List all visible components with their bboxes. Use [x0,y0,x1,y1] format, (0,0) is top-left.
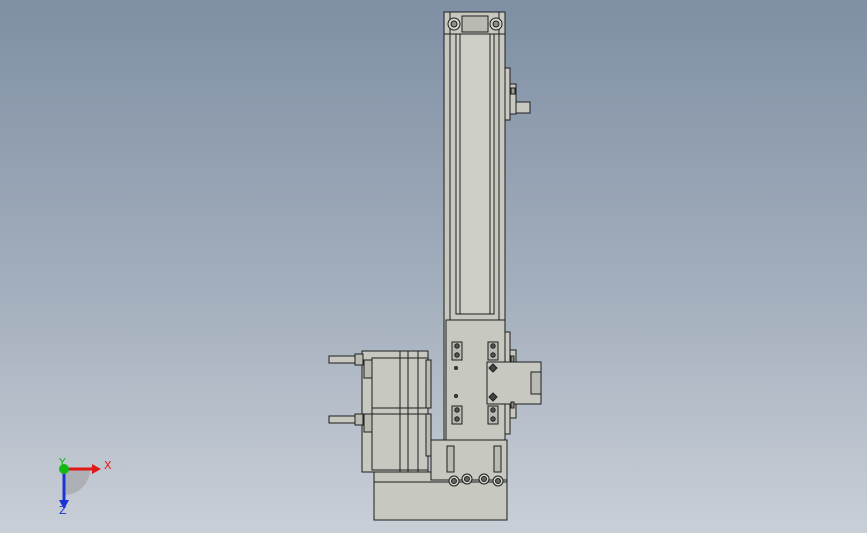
triad-quadrant-shading [64,469,90,495]
orientation-triad[interactable]: X Y Z [58,456,112,517]
limit-sensor-bracket[interactable] [504,67,531,121]
motor-cable-glands [328,353,364,426]
z-axis-label: Z [59,504,67,517]
cad-viewport[interactable]: X Y Z [0,0,867,533]
y-axis-label: Y [58,456,66,469]
linear-actuator-model[interactable]: X Y Z [0,0,867,533]
x-axis-label: X [104,459,112,472]
servo-motor[interactable] [361,350,432,473]
x-axis-arrowhead [92,464,101,474]
